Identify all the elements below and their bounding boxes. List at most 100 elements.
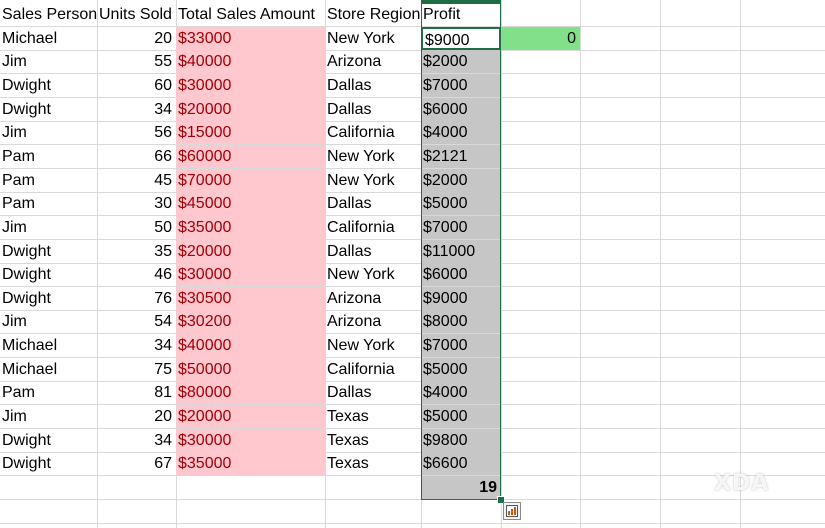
cell-units-sold[interactable]: 34 <box>97 98 176 121</box>
cell-total-sales-amount[interactable]: $30500 <box>176 287 325 310</box>
cell-sales-person[interactable]: Michael <box>0 358 97 381</box>
cell-sales-person[interactable]: Pam <box>0 145 97 168</box>
cell-store-region[interactable]: Dallas <box>325 240 421 263</box>
header-store-region[interactable]: Store Region <box>325 3 421 26</box>
cell-sales-person[interactable]: Jim <box>0 310 97 333</box>
cell-profit[interactable]: $6000 <box>421 263 501 286</box>
cell-total-sales-amount[interactable]: $30000 <box>176 263 325 286</box>
cell-store-region[interactable]: New York <box>325 145 421 168</box>
cell-total-sales-amount[interactable]: $80000 <box>176 381 325 404</box>
cell-store-region[interactable]: Arizona <box>325 287 421 310</box>
cell-sales-person[interactable]: Jim <box>0 216 97 239</box>
cell-total-sales-amount[interactable]: $40000 <box>176 334 325 357</box>
cell-profit[interactable]: $9000 <box>421 27 501 50</box>
cell-store-region[interactable]: New York <box>325 27 421 50</box>
cell-store-region[interactable]: Texas <box>325 405 421 428</box>
cell-profit[interactable]: $9800 <box>421 429 501 452</box>
cell-profit[interactable]: $2000 <box>421 50 501 73</box>
cell-units-sold[interactable]: 30 <box>97 192 176 215</box>
cell-store-region[interactable]: California <box>325 216 421 239</box>
cell-profit[interactable]: $9000 <box>421 287 501 310</box>
cell-profit[interactable]: $7000 <box>421 74 501 97</box>
cell-sales-person[interactable]: Dwight <box>0 74 97 97</box>
cell-profit[interactable]: $8000 <box>421 310 501 333</box>
cell-store-region[interactable]: Dallas <box>325 381 421 404</box>
cell-units-sold[interactable]: 45 <box>97 169 176 192</box>
cell-profit[interactable]: $6000 <box>421 98 501 121</box>
cell-units-sold[interactable]: 76 <box>97 287 176 310</box>
cell-total-sales-amount[interactable]: $45000 <box>176 192 325 215</box>
cell-sales-person[interactable]: Jim <box>0 50 97 73</box>
cell-sales-person[interactable]: Pam <box>0 381 97 404</box>
cell-units-sold[interactable]: 50 <box>97 216 176 239</box>
cell-sales-person[interactable]: Pam <box>0 169 97 192</box>
cell-result-value[interactable]: 0 <box>501 27 580 50</box>
cell-units-sold[interactable]: 35 <box>97 240 176 263</box>
cell-store-region[interactable]: Dallas <box>325 74 421 97</box>
cell-units-sold[interactable]: 46 <box>97 263 176 286</box>
cell-sales-person[interactable]: Jim <box>0 121 97 144</box>
cell-profit[interactable]: $7000 <box>421 216 501 239</box>
cell-store-region[interactable]: New York <box>325 263 421 286</box>
cell-profit[interactable]: $5000 <box>421 192 501 215</box>
cell-units-sold[interactable]: 54 <box>97 310 176 333</box>
cell-count-result[interactable]: 19 <box>421 476 501 499</box>
cell-sales-person[interactable]: Dwight <box>0 98 97 121</box>
cell-store-region[interactable]: Dallas <box>325 192 421 215</box>
cell-profit[interactable]: $7000 <box>421 334 501 357</box>
cell-sales-person[interactable]: Dwight <box>0 240 97 263</box>
header-profit[interactable]: Profit <box>421 3 501 26</box>
cell-store-region[interactable]: Arizona <box>325 310 421 333</box>
cell-store-region[interactable]: Arizona <box>325 50 421 73</box>
cell-units-sold[interactable]: 20 <box>97 405 176 428</box>
cell-profit[interactable]: $5000 <box>421 358 501 381</box>
cell-total-sales-amount[interactable]: $33000 <box>176 27 325 50</box>
cell-units-sold[interactable]: 66 <box>97 145 176 168</box>
cell-store-region[interactable]: California <box>325 121 421 144</box>
cell-units-sold[interactable]: 34 <box>97 429 176 452</box>
cell-profit[interactable]: $6600 <box>421 452 501 475</box>
cell-sales-person[interactable]: Jim <box>0 405 97 428</box>
header-units-sold[interactable]: Units Sold <box>97 3 176 26</box>
cell-store-region[interactable]: New York <box>325 169 421 192</box>
cell-total-sales-amount[interactable]: $50000 <box>176 358 325 381</box>
cell-units-sold[interactable]: 34 <box>97 334 176 357</box>
cell-units-sold[interactable]: 55 <box>97 50 176 73</box>
header-sales-person[interactable]: Sales Person <box>0 3 97 26</box>
cell-profit[interactable]: $11000 <box>421 240 501 263</box>
header-total-sales-amount[interactable]: Total Sales Amount <box>176 3 325 26</box>
cell-total-sales-amount[interactable]: $70000 <box>176 169 325 192</box>
cell-total-sales-amount[interactable]: $60000 <box>176 145 325 168</box>
cell-units-sold[interactable]: 60 <box>97 74 176 97</box>
cell-sales-person[interactable]: Pam <box>0 192 97 215</box>
cell-total-sales-amount[interactable]: $35000 <box>176 216 325 239</box>
cell-total-sales-amount[interactable]: $30000 <box>176 74 325 97</box>
cell-units-sold[interactable]: 75 <box>97 358 176 381</box>
cell-total-sales-amount[interactable]: $30200 <box>176 310 325 333</box>
cell-profit[interactable]: $2000 <box>421 169 501 192</box>
cell-profit[interactable]: $4000 <box>421 121 501 144</box>
cell-store-region[interactable]: New York <box>325 334 421 357</box>
cell-units-sold[interactable]: 81 <box>97 381 176 404</box>
cell-units-sold[interactable]: 56 <box>97 121 176 144</box>
cell-total-sales-amount[interactable]: $20000 <box>176 405 325 428</box>
cell-total-sales-amount[interactable]: $15000 <box>176 121 325 144</box>
cell-sales-person[interactable]: Dwight <box>0 452 97 475</box>
quick-analysis-button[interactable] <box>503 502 521 520</box>
cell-profit[interactable]: $2121 <box>421 145 501 168</box>
cell-profit[interactable]: $4000 <box>421 381 501 404</box>
cell-profit[interactable]: $5000 <box>421 405 501 428</box>
cell-sales-person[interactable]: Michael <box>0 27 97 50</box>
spreadsheet-grid[interactable]: Sales Person Units Sold Total Sales Amount… <box>0 0 825 528</box>
cell-total-sales-amount[interactable]: $30000 <box>176 429 325 452</box>
cell-store-region[interactable]: Texas <box>325 429 421 452</box>
cell-total-sales-amount[interactable]: $20000 <box>176 240 325 263</box>
cell-sales-person[interactable]: Michael <box>0 334 97 357</box>
cell-store-region[interactable]: Dallas <box>325 98 421 121</box>
cell-total-sales-amount[interactable]: $20000 <box>176 98 325 121</box>
cell-store-region[interactable]: Texas <box>325 452 421 475</box>
cell-sales-person[interactable]: Dwight <box>0 263 97 286</box>
cell-sales-person[interactable]: Dwight <box>0 429 97 452</box>
cell-units-sold[interactable]: 20 <box>97 27 176 50</box>
cell-store-region[interactable]: California <box>325 358 421 381</box>
